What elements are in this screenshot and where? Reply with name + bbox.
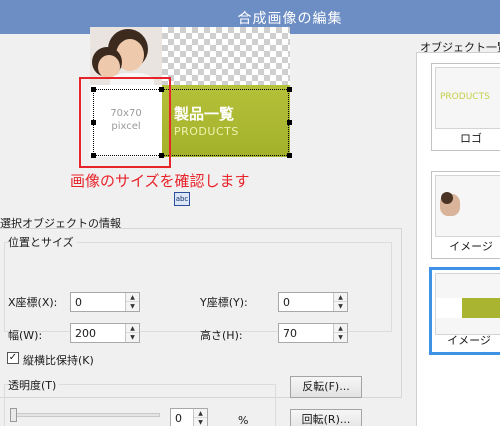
annotation-highlight-box xyxy=(79,77,171,168)
width-value: 200 xyxy=(75,327,96,340)
opacity-slider-thumb[interactable] xyxy=(10,408,17,422)
object-card-caption: イメージ xyxy=(447,334,491,347)
height-value: 70 xyxy=(283,327,297,340)
y-coordinate-input[interactable]: 0 ▲ ▼ xyxy=(278,292,348,312)
height-label: 高さ(H): xyxy=(200,329,243,342)
rotate-button[interactable]: 回転(R)... xyxy=(290,409,362,426)
height-down-arrow-icon[interactable]: ▼ xyxy=(334,333,347,342)
y-up-arrow-icon[interactable]: ▲ xyxy=(334,293,347,302)
window-title: 合成画像の編集 xyxy=(237,11,343,27)
opacity-input[interactable]: 0 ▲ ▼ xyxy=(170,408,208,426)
y-down-arrow-icon[interactable]: ▼ xyxy=(334,302,347,311)
width-label: 幅(W): xyxy=(8,329,43,342)
banner-thumbnail xyxy=(435,273,500,335)
photo-thumbnail xyxy=(435,175,500,237)
object-list-panel[interactable]: PRODUCTS ロゴ イメージ イメージ xyxy=(416,52,500,426)
position-size-group xyxy=(4,242,392,332)
annotation-text: 画像のサイズを確認します xyxy=(70,172,250,190)
opacity-down-arrow-icon[interactable]: ▼ xyxy=(194,418,207,426)
x-coordinate-value: 0 xyxy=(75,296,82,309)
x-up-arrow-icon[interactable]: ▲ xyxy=(126,293,139,302)
opacity-header: 透明度(T) xyxy=(8,377,60,393)
keep-aspect-ratio-checkbox[interactable]: ✓ xyxy=(7,352,19,364)
resize-handle-middle-right[interactable] xyxy=(287,120,292,125)
height-up-arrow-icon[interactable]: ▲ xyxy=(334,324,347,333)
x-coordinate-label: X座標(X): xyxy=(8,296,58,309)
opacity-up-arrow-icon[interactable]: ▲ xyxy=(194,409,207,418)
logo-thumbnail: PRODUCTS xyxy=(435,67,500,129)
height-input[interactable]: 70 ▲ ▼ xyxy=(278,323,348,343)
y-coordinate-value: 0 xyxy=(283,296,290,309)
width-input[interactable]: 200 ▲ ▼ xyxy=(70,323,140,343)
logo-thumb-text: PRODUCTS xyxy=(440,92,490,102)
object-card-caption: ロゴ xyxy=(460,132,482,145)
keep-aspect-ratio-label: 縦横比保持(K) xyxy=(23,354,94,367)
object-card-logo[interactable]: PRODUCTS ロゴ xyxy=(431,63,500,151)
opacity-unit: % xyxy=(238,414,249,426)
x-coordinate-input[interactable]: 0 ▲ ▼ xyxy=(70,292,140,312)
width-up-arrow-icon[interactable]: ▲ xyxy=(126,324,139,333)
object-card-caption: イメージ xyxy=(449,240,493,253)
resize-handle-top-right[interactable] xyxy=(287,87,292,92)
width-down-arrow-icon[interactable]: ▼ xyxy=(126,333,139,342)
x-down-arrow-icon[interactable]: ▼ xyxy=(126,302,139,311)
opacity-value: 0 xyxy=(175,412,182,425)
y-coordinate-label: Y座標(Y): xyxy=(200,296,248,309)
flip-button[interactable]: 反転(F)... xyxy=(290,376,362,398)
object-card-banner[interactable]: イメージ xyxy=(429,267,500,355)
opacity-slider-track[interactable] xyxy=(12,413,160,417)
resize-handle-bottom-right[interactable] xyxy=(287,153,292,158)
position-size-header: 位置とサイズ xyxy=(8,234,77,250)
text-object-icon[interactable]: abc xyxy=(174,192,190,206)
object-card-photo[interactable]: イメージ xyxy=(431,171,500,259)
